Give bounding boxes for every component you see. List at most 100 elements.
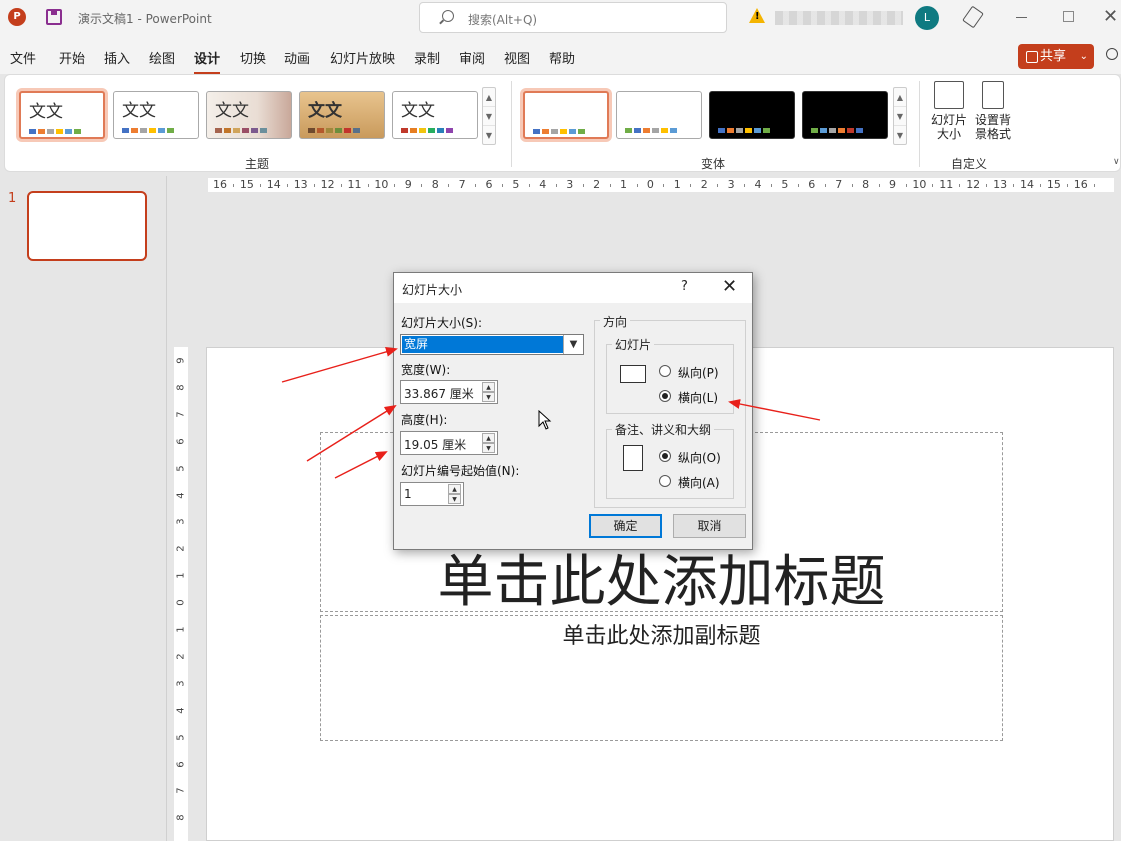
ruler-tick	[421, 184, 423, 187]
cancel-button[interactable]: 取消	[673, 514, 746, 538]
tab-file[interactable]: 文件	[10, 48, 36, 67]
ok-button[interactable]: 确定	[589, 514, 662, 538]
horizontal-ruler[interactable]: 16 15 14 13 12 11 10 9 8 7 6 5 4 3 2 1 0 1 2 3 4 5 6 7 8 9 10 11 12 1…	[208, 178, 1114, 192]
save-icon[interactable]	[46, 9, 62, 25]
dialog-help-button[interactable]: ?	[681, 279, 688, 294]
subtitle-placeholder[interactable]: 单击此处添加副标题	[320, 615, 1003, 741]
ruler-tick	[609, 184, 611, 187]
tab-view[interactable]: 视图	[504, 48, 530, 67]
ruler-label: 1	[673, 178, 681, 191]
theme-office[interactable]: 文文	[19, 91, 105, 139]
tab-review[interactable]: 审阅	[459, 48, 485, 67]
ruler-tick	[690, 184, 692, 187]
tab-help[interactable]: 帮助	[549, 48, 575, 67]
slides-portrait-label: 纵向(P)	[678, 366, 719, 380]
height-decrement[interactable]: ▼	[482, 443, 495, 453]
collapse-ribbon-icon[interactable]: ∨	[1113, 157, 1120, 167]
variant-1[interactable]	[523, 91, 609, 139]
tab-design[interactable]: 设计	[194, 48, 221, 75]
format-background-icon	[982, 81, 1004, 109]
theme-gallery-scroll[interactable]: ▲ ▼ ▼	[482, 87, 496, 145]
width-increment[interactable]: ▲	[482, 382, 495, 392]
ruler-tick	[851, 184, 853, 187]
scroll-up-icon[interactable]: ▲	[894, 88, 906, 107]
ruler-label: 1	[620, 178, 627, 191]
height-stepper[interactable]: 19.05 厘米 ▲ ▼	[400, 431, 498, 455]
ruler-label: 16	[213, 178, 227, 191]
ruler-label: 14	[266, 178, 281, 191]
scroll-down-icon[interactable]: ▼	[894, 107, 906, 126]
number-increment[interactable]: ▲	[448, 484, 461, 494]
gallery-expand-icon[interactable]: ▼	[894, 126, 906, 145]
person-icon[interactable]	[1106, 48, 1118, 60]
slide-size-button[interactable]: 幻灯片 大小	[927, 81, 971, 141]
ruler-tick	[959, 184, 961, 187]
dialog-close-button[interactable]: ✕	[722, 276, 737, 297]
ruler-label: 9	[404, 178, 412, 191]
close-window-button[interactable]: ✕	[1103, 6, 1118, 27]
search-input[interactable]: 搜索(Alt+Q)	[419, 2, 727, 33]
ruler-tick	[475, 184, 477, 187]
tab-insert[interactable]: 插入	[104, 48, 130, 67]
ruler-tick	[1066, 184, 1068, 187]
number-decrement[interactable]: ▼	[448, 494, 461, 504]
ruler-tick	[717, 184, 719, 187]
format-background-button[interactable]: 设置背 景格式	[971, 81, 1015, 141]
width-stepper[interactable]: 33.867 厘米 ▲ ▼	[400, 380, 498, 404]
format-bg-label-2: 景格式	[974, 127, 1011, 141]
height-value: 19.05 厘米	[404, 438, 467, 452]
tab-slideshow[interactable]: 幻灯片放映	[330, 48, 395, 67]
scroll-up-icon[interactable]: ▲	[483, 88, 495, 107]
ruler-tick	[259, 184, 261, 187]
notes-landscape-radio[interactable]	[659, 475, 671, 487]
tab-transitions[interactable]: 切换	[240, 48, 266, 67]
slide-size-select[interactable]: 宽屏 ▼	[400, 334, 584, 355]
slide-thumbnail[interactable]	[27, 191, 147, 261]
slides-landscape-label: 横向(L)	[678, 391, 719, 405]
warning-icon[interactable]: !	[749, 8, 765, 23]
ribbon-tabs: 文件 开始 插入 绘图 设计 切换 动画 幻灯片放映 录制 审阅 视图 帮助 共…	[0, 36, 1121, 75]
chevron-down-icon[interactable]: ▼	[563, 335, 583, 354]
tab-draw[interactable]: 绘图	[149, 48, 175, 67]
maximize-button[interactable]	[1063, 11, 1074, 22]
variant-4[interactable]	[802, 91, 888, 139]
tab-record[interactable]: 录制	[414, 48, 440, 67]
ruler-label: 10	[374, 178, 389, 191]
width-decrement[interactable]: ▼	[482, 392, 495, 402]
height-increment[interactable]: ▲	[482, 433, 495, 443]
scroll-down-icon[interactable]: ▼	[483, 107, 495, 126]
mouse-cursor-icon	[538, 410, 552, 430]
variant-3[interactable]	[709, 91, 795, 139]
slides-landscape-radio[interactable]	[659, 390, 671, 402]
slides-portrait-radio[interactable]	[659, 365, 671, 377]
slide-size-label-1: 幻灯片	[930, 113, 967, 127]
tab-animations[interactable]: 动画	[284, 48, 310, 67]
ruler-label: 8	[175, 814, 187, 821]
minimize-button[interactable]	[1016, 17, 1027, 18]
share-button[interactable]: 共享 ⌄	[1018, 44, 1094, 69]
theme-ion[interactable]: 文文	[392, 91, 478, 139]
ruler-tick	[1093, 184, 1095, 187]
ruler-tick	[367, 184, 369, 187]
theme-sample-text: 文文	[308, 101, 342, 121]
number-start-stepper[interactable]: 1 ▲ ▼	[400, 482, 464, 506]
theme-gradient[interactable]: 文文	[206, 91, 292, 139]
theme-office-2013[interactable]: 文文	[113, 91, 199, 139]
notes-portrait-radio[interactable]	[659, 450, 671, 462]
slide-size-dialog: 幻灯片大小 ? ✕ 幻灯片大小(S): 宽屏 ▼ 宽度(W): 33.867 厘…	[393, 272, 753, 550]
tab-home[interactable]: 开始	[59, 48, 85, 67]
designer-pen-icon[interactable]	[962, 5, 984, 29]
ruler-label: 8	[175, 384, 187, 391]
notes-landscape-label: 横向(A)	[678, 476, 720, 490]
variant-2[interactable]	[616, 91, 702, 139]
ruler-label: 11	[347, 178, 362, 191]
ruler-label: 3	[175, 680, 187, 687]
ruler-label: 7	[175, 411, 187, 418]
gallery-expand-icon[interactable]: ▼	[483, 126, 495, 145]
avatar[interactable]: L	[915, 6, 939, 30]
variant-gallery-scroll[interactable]: ▲ ▼ ▼	[893, 87, 907, 145]
ruler-label: 4	[539, 178, 547, 191]
vertical-ruler[interactable]: 9 8 7 6 5 4 3 2 1 0 1 2 3 4 5 6 7 8	[174, 347, 188, 841]
theme-wood[interactable]: 文文	[299, 91, 385, 139]
search-placeholder: 搜索(Alt+Q)	[468, 13, 538, 27]
